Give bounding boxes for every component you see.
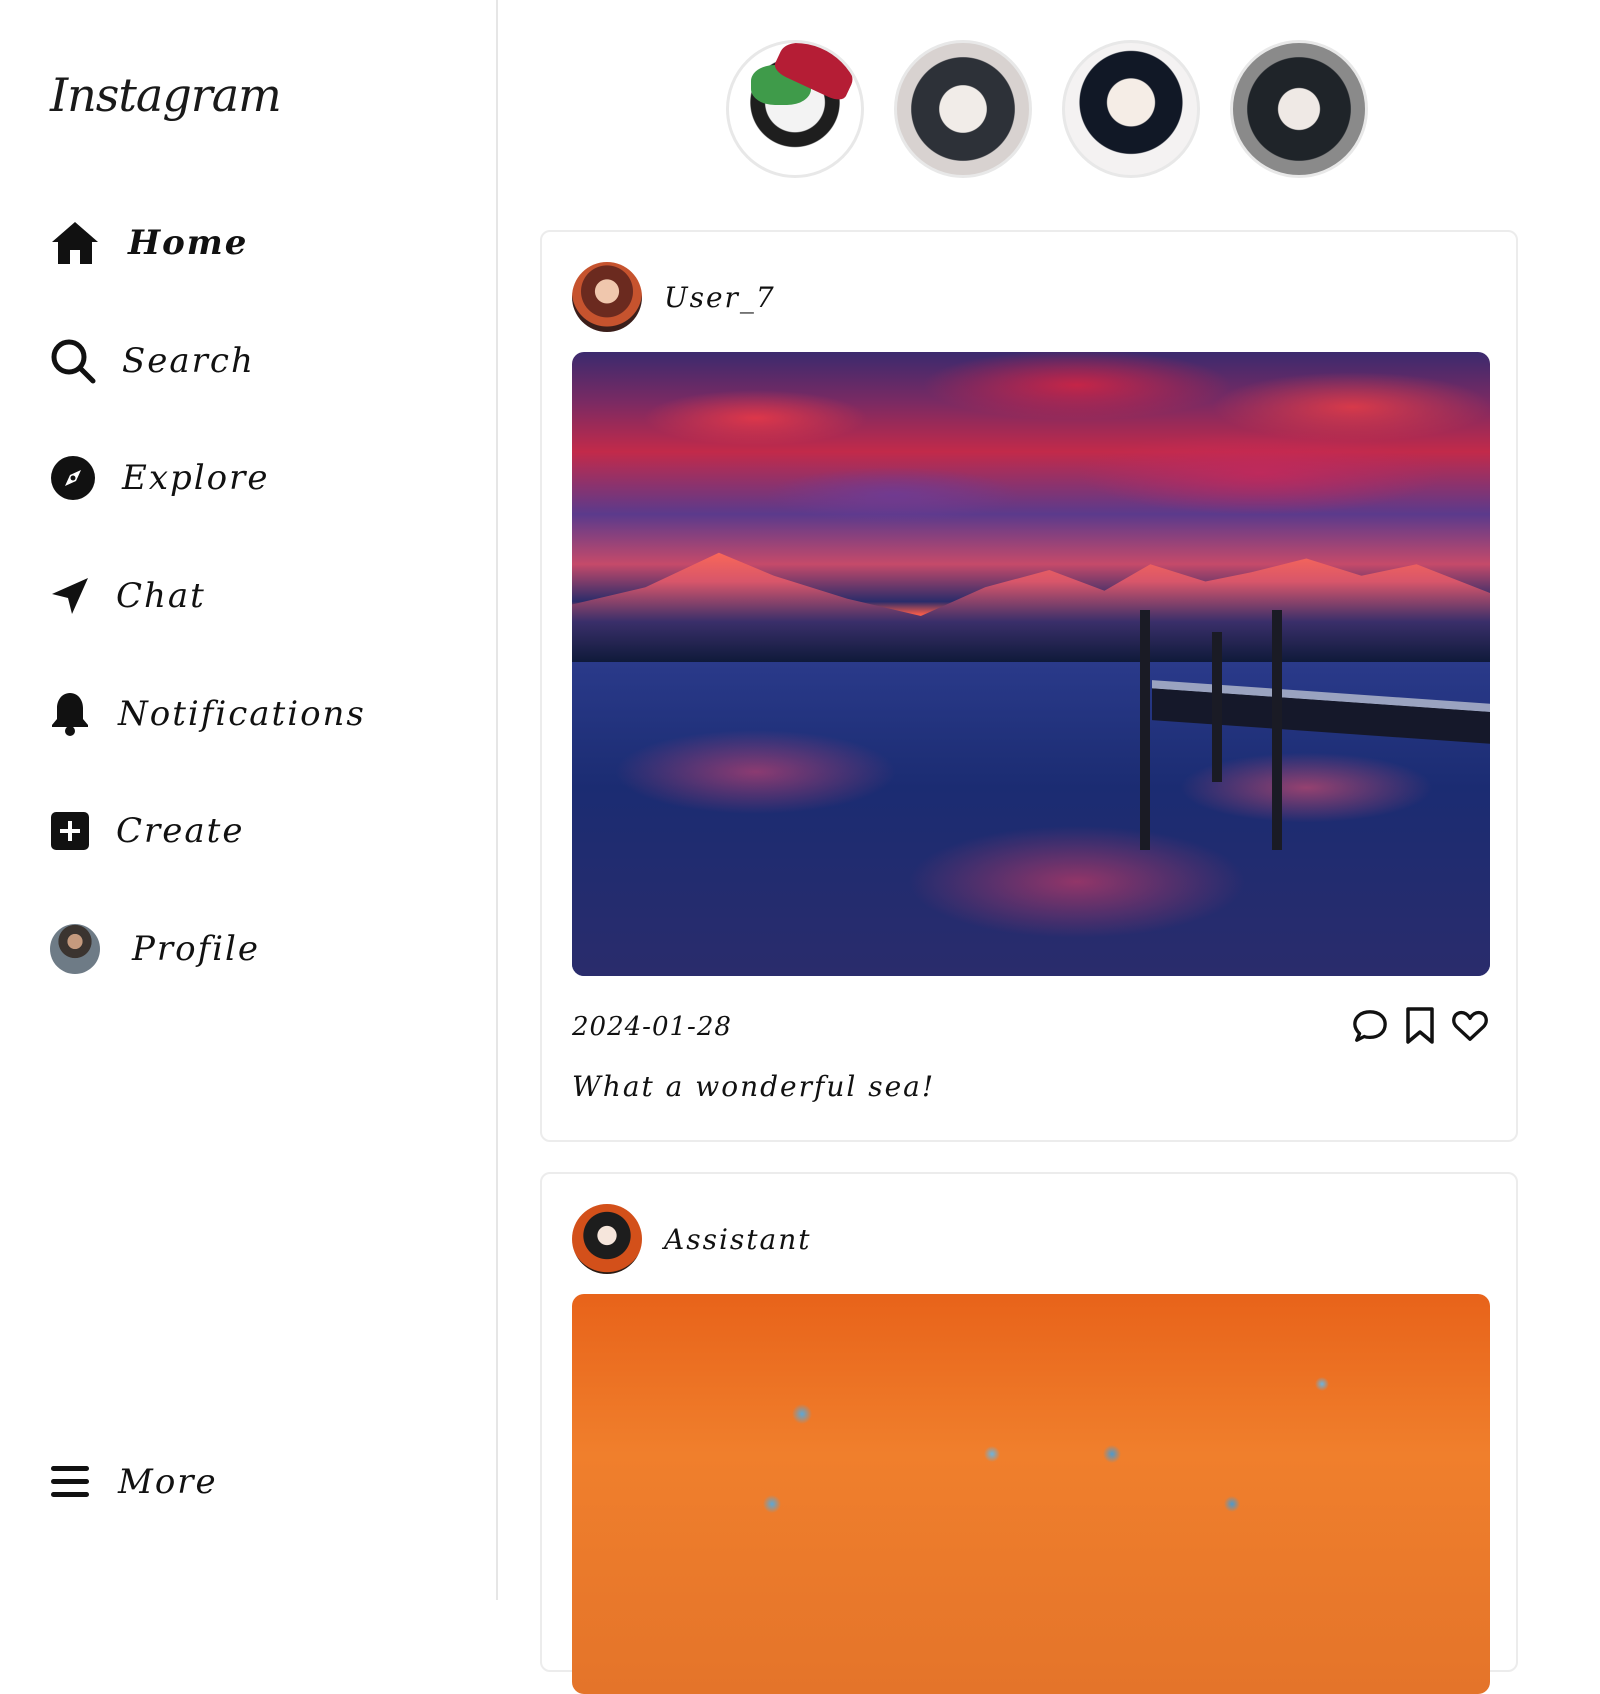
plus-square-icon [50, 806, 100, 856]
compass-icon [50, 453, 100, 503]
story-avatar[interactable] [1230, 40, 1368, 178]
sidebar-item-label: Create [116, 811, 245, 851]
sidebar-item-chat[interactable]: Chat [50, 566, 206, 626]
sidebar-item-profile[interactable]: Profile [50, 919, 260, 979]
post-image[interactable] [572, 352, 1490, 976]
sidebar-item-label: Chat [116, 576, 206, 616]
home-icon [50, 218, 100, 268]
post-username[interactable]: User_7 [664, 281, 776, 314]
post-card: User_7 2024-01-28 What a wonderful sea! [540, 230, 1518, 1142]
sidebar-item-label: Search [122, 341, 255, 381]
sidebar: Instagram Home Search Explore Chat Notif… [0, 0, 498, 1600]
post-header: Assistant [572, 1204, 812, 1274]
post-caption: What a wonderful sea! [572, 1070, 936, 1103]
sidebar-item-notifications[interactable]: Notifications [50, 684, 366, 744]
sidebar-item-create[interactable]: Create [50, 801, 244, 861]
bookmark-icon[interactable] [1402, 1007, 1438, 1044]
sidebar-item-more[interactable]: More [50, 1452, 218, 1512]
sidebar-item-search[interactable]: Search [50, 331, 255, 391]
sidebar-item-home[interactable]: Home [50, 213, 248, 273]
sidebar-item-label: Explore [122, 458, 270, 498]
story-avatar[interactable] [726, 40, 864, 178]
send-icon [50, 571, 100, 621]
comment-icon[interactable] [1352, 1008, 1388, 1044]
sidebar-item-label: More [118, 1462, 218, 1502]
sidebar-item-explore[interactable]: Explore [50, 448, 269, 508]
post-actions [1352, 1007, 1488, 1044]
heart-icon[interactable] [1452, 1008, 1488, 1044]
avatar[interactable] [572, 1204, 642, 1274]
post-date: 2024-01-28 [572, 1012, 732, 1042]
sidebar-item-label: Profile [132, 929, 261, 969]
feed: User_7 2024-01-28 What a wonderful sea! [500, 0, 1600, 1694]
stories-bar [726, 40, 1368, 178]
avatar[interactable] [572, 262, 642, 332]
sidebar-item-label: Home [128, 223, 249, 263]
post-image[interactable] [572, 1294, 1490, 1694]
post-card: Assistant [540, 1172, 1518, 1694]
story-avatar[interactable] [894, 40, 1032, 178]
instagram-logo[interactable]: Instagram [50, 68, 282, 122]
post-header: User_7 [572, 262, 776, 332]
sidebar-item-label: Notifications [118, 694, 366, 734]
bell-icon [50, 689, 100, 739]
menu-icon [50, 1457, 100, 1507]
story-avatar[interactable] [1062, 40, 1200, 178]
avatar [50, 924, 100, 974]
post-username[interactable]: Assistant [664, 1223, 812, 1256]
search-icon [50, 336, 100, 386]
